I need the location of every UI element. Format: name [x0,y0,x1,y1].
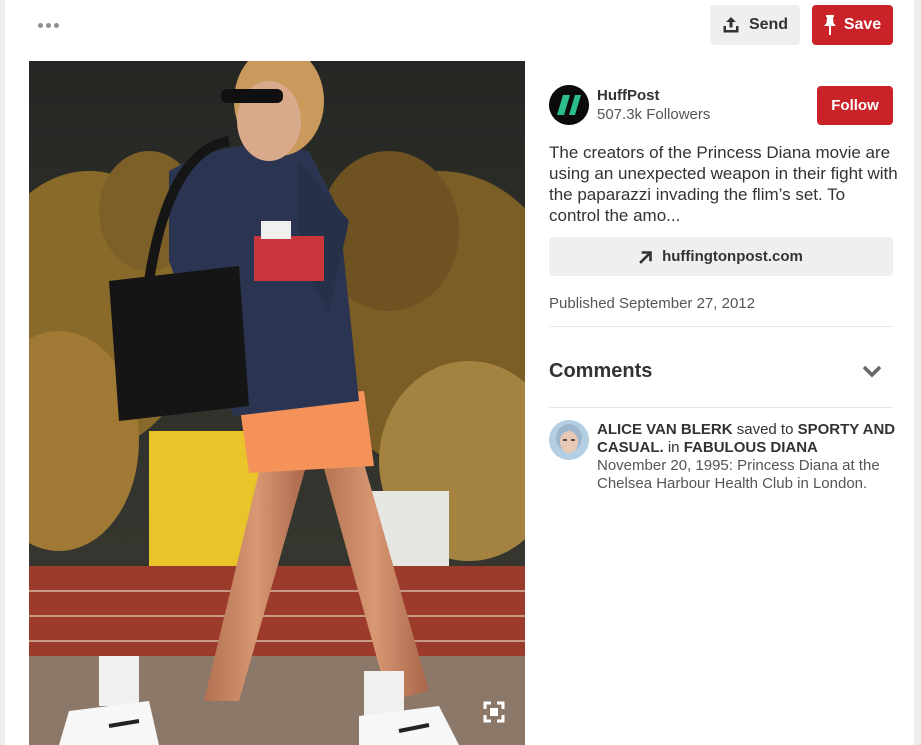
publisher-avatar[interactable] [549,85,589,125]
pin-card: Send Save HuffPost 507.3k Followers Foll… [5,0,914,745]
arrow-up-right-icon [639,250,652,264]
save-activity: ALICE VAN BLERK saved to SPORTY AND CASU… [597,421,897,493]
fullscreen-corners-icon[interactable] [483,701,505,723]
send-label: Send [748,16,789,33]
follower-count: 507.3k Followers [597,106,711,123]
source-link-button[interactable]: huffingtonpost.com [549,237,893,276]
save-button[interactable]: Save [812,5,893,45]
huffpost-logo-icon [549,85,589,125]
activity-user[interactable]: ALICE VAN BLERK [597,421,733,438]
chevron-down-icon[interactable] [861,362,883,380]
user-avatar[interactable] [549,420,589,460]
upload-share-icon [723,17,739,33]
pin-description: The creators of the Princess Diana movie… [549,143,898,225]
divider [549,407,893,408]
activity-saved-to-text: saved to [736,421,794,438]
send-button[interactable]: Send [710,5,800,45]
activity-note: November 20, 1995: Princess Diana at the… [597,457,880,492]
more-options-icon[interactable] [38,14,62,36]
published-date: Published September 27, 2012 [549,295,755,312]
comments-heading: Comments [549,360,653,382]
follow-button[interactable]: Follow [817,86,893,125]
pushpin-icon [823,15,836,35]
save-label: Save [843,16,882,33]
activity-collection-link[interactable]: FABULOUS DIANA [684,439,818,456]
pin-photo-illustration [29,61,525,745]
publisher-name[interactable]: HuffPost [597,87,660,104]
user-avatar-image [549,420,589,460]
activity-in-text: in [667,439,680,456]
divider [549,326,893,327]
source-link-label: huffingtonpost.com [662,248,803,265]
pin-image[interactable] [29,61,525,745]
